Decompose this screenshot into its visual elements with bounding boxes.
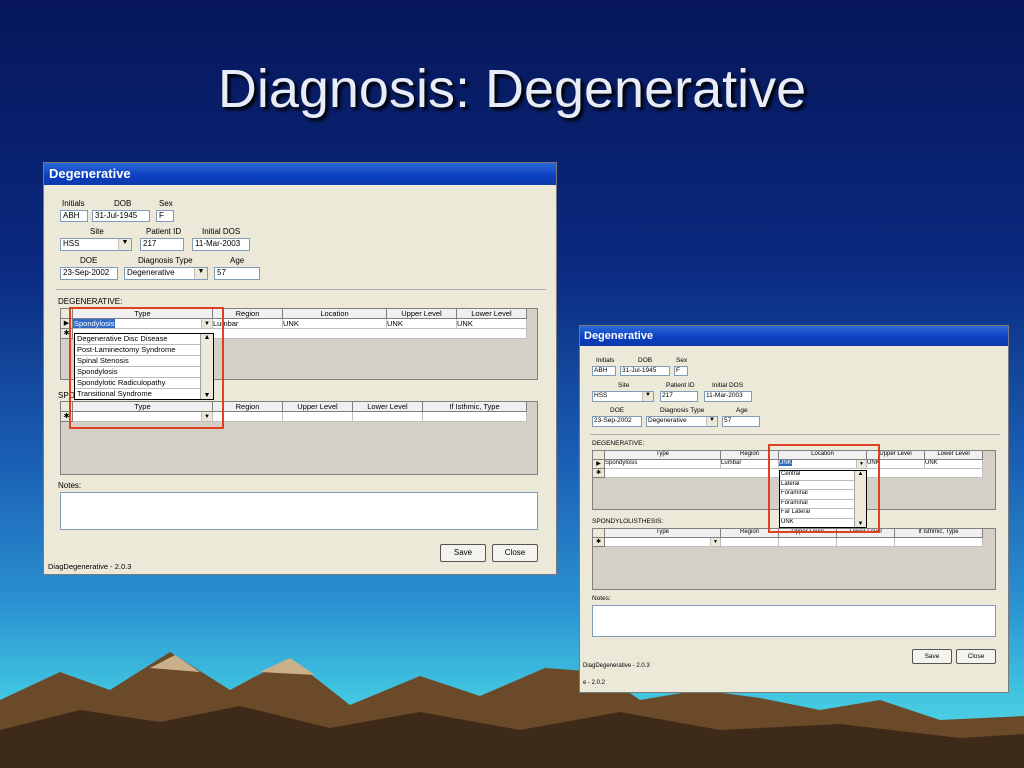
site-value: HSS <box>594 392 608 399</box>
col-header-type[interactable]: Type <box>605 529 721 538</box>
initial-dos-label: Initial DOS <box>202 227 241 236</box>
save-button[interactable]: Save <box>440 544 486 562</box>
notes-label: Notes: <box>592 595 611 602</box>
title-bar[interactable]: Degenerative <box>44 163 556 185</box>
doe-label: DOE <box>80 256 98 265</box>
site-label: Site <box>618 382 630 389</box>
close-button[interactable]: Close <box>956 649 996 664</box>
grid-corner <box>593 451 605 460</box>
upper-level-cell[interactable]: UNK <box>387 319 457 329</box>
doe-field[interactable]: 23-Sep-2002 <box>592 416 642 427</box>
chevron-down-icon[interactable]: ▼ <box>706 417 717 426</box>
new-row-asterisk-icon[interactable]: ✱ <box>593 469 605 478</box>
col-header-location[interactable]: Location <box>283 309 387 319</box>
lower-level-cell[interactable]: UNK <box>457 319 527 329</box>
type-cell[interactable]: Spondylosis <box>605 460 721 469</box>
initial-dos-field[interactable]: 11-Mar-2003 <box>192 238 250 251</box>
degenerative-section-label: DEGENERATIVE: <box>592 440 645 447</box>
sex-field[interactable]: F <box>156 210 174 222</box>
col-header-isthmic-type[interactable]: If Isthmic, Type <box>423 402 527 412</box>
lower-level-cell[interactable] <box>837 538 895 547</box>
patient-id-field[interactable]: 217 <box>660 391 698 402</box>
isthmic-type-cell[interactable] <box>895 538 983 547</box>
col-header-lower-level[interactable]: Lower Level <box>925 451 983 460</box>
diagnosis-type-label: Diagnosis Type <box>660 407 705 414</box>
new-row-asterisk-icon[interactable]: ✱ <box>593 538 605 547</box>
status-text-fragment: e - 2.0.2 <box>583 680 606 686</box>
chevron-down-icon[interactable]: ▼ <box>118 239 131 250</box>
sex-field[interactable]: F <box>674 366 688 376</box>
diagnosis-type-combo[interactable]: Degenerative ▼ <box>646 416 718 427</box>
age-label: Age <box>736 407 748 414</box>
chevron-down-icon[interactable]: ▼ <box>194 268 207 279</box>
notes-label: Notes: <box>58 481 82 490</box>
age-label: Age <box>230 256 245 265</box>
chevron-down-icon[interactable]: ▼ <box>642 392 653 401</box>
slide-title: Diagnosis: Degenerative <box>217 59 807 119</box>
initials-label: Initials <box>62 199 85 208</box>
doe-label: DOE <box>610 407 625 414</box>
highlight-box-type <box>69 307 224 429</box>
col-header-upper-level[interactable]: Upper Level <box>283 402 353 412</box>
separator <box>56 289 546 290</box>
degenerative-section-label: DEGENERATIVE: <box>58 297 123 306</box>
initials-field[interactable]: ABH <box>592 366 616 376</box>
degenerative-window-secondary: Degenerative Initials DOB Sex ABH 31-Jul… <box>579 325 1009 693</box>
title-bar[interactable]: Degenerative <box>580 326 1008 346</box>
age-field[interactable]: 57 <box>214 267 260 280</box>
status-text: DiagDegenerative - 2.0.3 <box>48 562 132 571</box>
isthmic-type-cell[interactable] <box>423 412 527 422</box>
col-header-upper-level[interactable]: Upper Level <box>387 309 457 319</box>
site-combo[interactable]: HSS ▼ <box>592 391 654 402</box>
spondylolisthesis-grid[interactable]: Type Region Upper Level Lower Level If I… <box>592 528 996 590</box>
grid-corner <box>593 529 605 538</box>
diagnosis-type-value: Degenerative <box>127 268 175 277</box>
location-cell[interactable]: UNK <box>283 319 387 329</box>
degenerative-window-main: Degenerative Initials DOB Sex ABH 31-Jul… <box>43 162 557 575</box>
chevron-down-icon[interactable]: ▼ <box>710 538 720 546</box>
doe-field[interactable]: 23-Sep-2002 <box>60 267 118 280</box>
type-combo-cell[interactable]: ▼ <box>605 538 721 547</box>
close-button[interactable]: Close <box>492 544 538 562</box>
site-combo[interactable]: HSS ▼ <box>60 238 132 251</box>
highlight-box-location <box>768 444 880 533</box>
window-title: Degenerative <box>49 166 131 181</box>
initial-dos-field[interactable]: 11-Mar-2003 <box>704 391 752 402</box>
dob-label: DOB <box>638 357 653 364</box>
patient-id-label: Patient ID <box>666 382 695 389</box>
dob-label: DOB <box>114 199 132 208</box>
sex-label: Sex <box>159 199 173 208</box>
patient-id-label: Patient ID <box>146 227 182 236</box>
site-label: Site <box>90 227 104 236</box>
save-button[interactable]: Save <box>912 649 952 664</box>
spondy-section-label: SPONDYLOLISTHESIS: <box>592 518 664 525</box>
upper-level-cell[interactable] <box>283 412 353 422</box>
row-selector-arrow-icon[interactable]: ▶ <box>593 460 605 469</box>
upper-level-cell[interactable] <box>779 538 837 547</box>
separator <box>590 434 1000 435</box>
region-cell[interactable] <box>721 538 779 547</box>
age-field[interactable]: 57 <box>722 416 760 427</box>
notes-field[interactable] <box>592 605 996 637</box>
col-header-type[interactable]: Type <box>605 451 721 460</box>
col-header-isthmic-type[interactable]: If Isthmic, Type <box>895 529 983 538</box>
notes-field[interactable] <box>60 492 538 530</box>
initial-dos-label: Initial DOS <box>712 382 744 389</box>
window-title: Degenerative <box>584 330 654 342</box>
site-value: HSS <box>63 239 80 248</box>
diagnosis-type-value: Degenerative <box>648 417 687 424</box>
col-header-lower-level[interactable]: Lower Level <box>353 402 423 412</box>
lower-level-cell[interactable] <box>353 412 423 422</box>
lower-level-cell[interactable]: UNK <box>925 460 983 469</box>
col-header-lower-level[interactable]: Lower Level <box>457 309 527 319</box>
status-text: DiagDegenerative - 2.0.3 <box>583 663 650 669</box>
initials-label: Initials <box>596 357 615 364</box>
diagnosis-type-label: Diagnosis Type <box>138 256 193 265</box>
initials-field[interactable]: ABH <box>60 210 88 222</box>
patient-id-field[interactable]: 217 <box>140 238 184 251</box>
dob-field[interactable]: 31-Jul-1945 <box>92 210 150 222</box>
diagnosis-type-combo[interactable]: Degenerative ▼ <box>124 267 208 280</box>
sex-label: Sex <box>676 357 688 364</box>
dob-field[interactable]: 31-Jul-1945 <box>620 366 670 376</box>
